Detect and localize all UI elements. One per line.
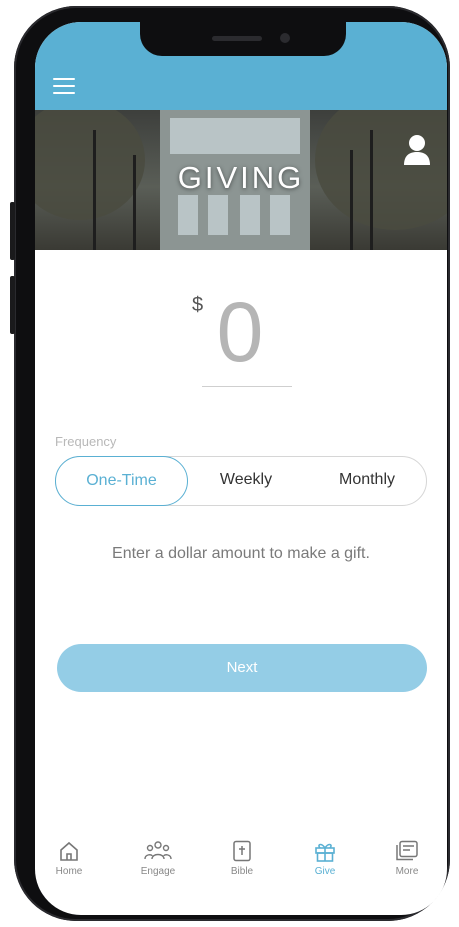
tab-engage-label: Engage bbox=[140, 866, 176, 877]
amount-underline bbox=[202, 386, 292, 387]
amount-value[interactable]: 0 bbox=[205, 284, 275, 380]
tab-more-label: More bbox=[395, 866, 419, 877]
tab-give[interactable]: Give bbox=[295, 840, 355, 877]
tab-give-label: Give bbox=[314, 866, 336, 877]
amount-display[interactable]: $ 0 bbox=[35, 284, 447, 394]
hamburger-menu-icon[interactable] bbox=[53, 78, 75, 94]
frequency-option-weekly[interactable]: Weekly bbox=[196, 456, 296, 506]
frequency-selector: One-Time Weekly Monthly bbox=[55, 456, 427, 506]
frequency-option-one-time[interactable]: One-Time bbox=[55, 456, 188, 506]
tab-home-label: Home bbox=[55, 866, 83, 877]
people-icon bbox=[144, 841, 172, 860]
tab-more[interactable]: More bbox=[377, 840, 437, 877]
currency-symbol: $ bbox=[192, 294, 204, 316]
page-title: GIVING bbox=[177, 160, 305, 195]
gift-icon bbox=[315, 843, 335, 862]
tab-home[interactable]: Home bbox=[39, 840, 99, 877]
next-button[interactable]: Next bbox=[57, 644, 427, 692]
volume-button bbox=[10, 202, 15, 260]
front-camera bbox=[280, 33, 290, 43]
bottom-tab-bar: Home Engage Bible Give More bbox=[35, 840, 447, 900]
frequency-option-monthly[interactable]: Monthly bbox=[312, 456, 422, 506]
phone-notch bbox=[140, 22, 346, 56]
tab-engage[interactable]: Engage bbox=[128, 840, 188, 877]
home-icon bbox=[60, 841, 78, 861]
app-screen: GIVING $ 0 Frequency One-Time Weekly Mon… bbox=[35, 22, 447, 915]
speaker-grille bbox=[212, 36, 262, 41]
helper-text: Enter a dollar amount to make a gift. bbox=[112, 545, 370, 562]
tab-bible-label: Bible bbox=[230, 866, 254, 877]
more-icon bbox=[396, 840, 418, 861]
user-profile-icon[interactable] bbox=[403, 134, 431, 166]
frequency-label: Frequency bbox=[55, 434, 117, 449]
hero-banner: GIVING bbox=[35, 110, 447, 250]
tab-bible[interactable]: Bible bbox=[212, 840, 272, 877]
volume-button bbox=[10, 276, 15, 334]
bible-icon bbox=[233, 840, 251, 862]
